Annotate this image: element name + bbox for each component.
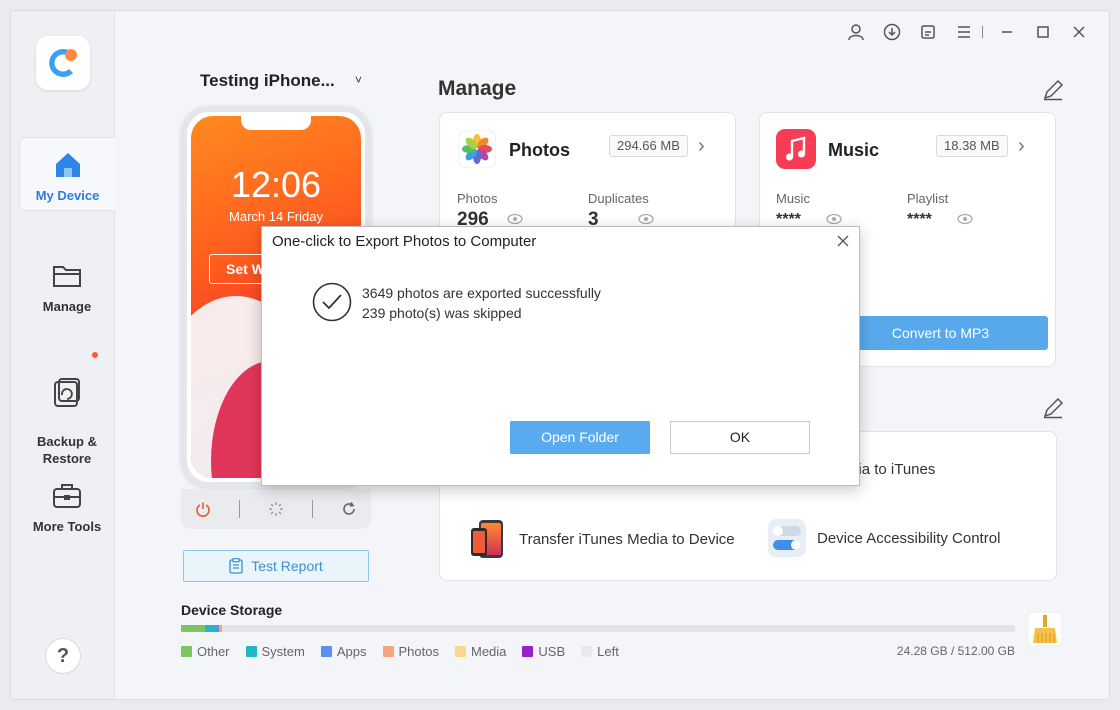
open-folder-button[interactable]: Open Folder — [510, 421, 650, 454]
set-wallpaper-button[interactable]: Set W — [209, 254, 299, 284]
dialog-message-success: 3649 photos are exported successfully — [362, 285, 601, 301]
phone-notch — [241, 116, 311, 130]
dialog-close-button[interactable] — [833, 231, 853, 251]
app-window: My Device Manage Backup & Restore More T… — [10, 10, 1110, 700]
ok-button[interactable]: OK — [670, 421, 810, 454]
export-dialog: One-click to Export Photos to Computer 3… — [261, 226, 860, 486]
dialog-title: One-click to Export Photos to Computer — [272, 233, 537, 250]
close-icon — [837, 235, 849, 247]
dialog-message-skipped: 239 photo(s) was skipped — [362, 305, 522, 321]
phone-time: 12:06 — [230, 164, 322, 205]
success-check-icon — [312, 282, 352, 322]
phone-date: March 14 Friday — [229, 209, 323, 224]
